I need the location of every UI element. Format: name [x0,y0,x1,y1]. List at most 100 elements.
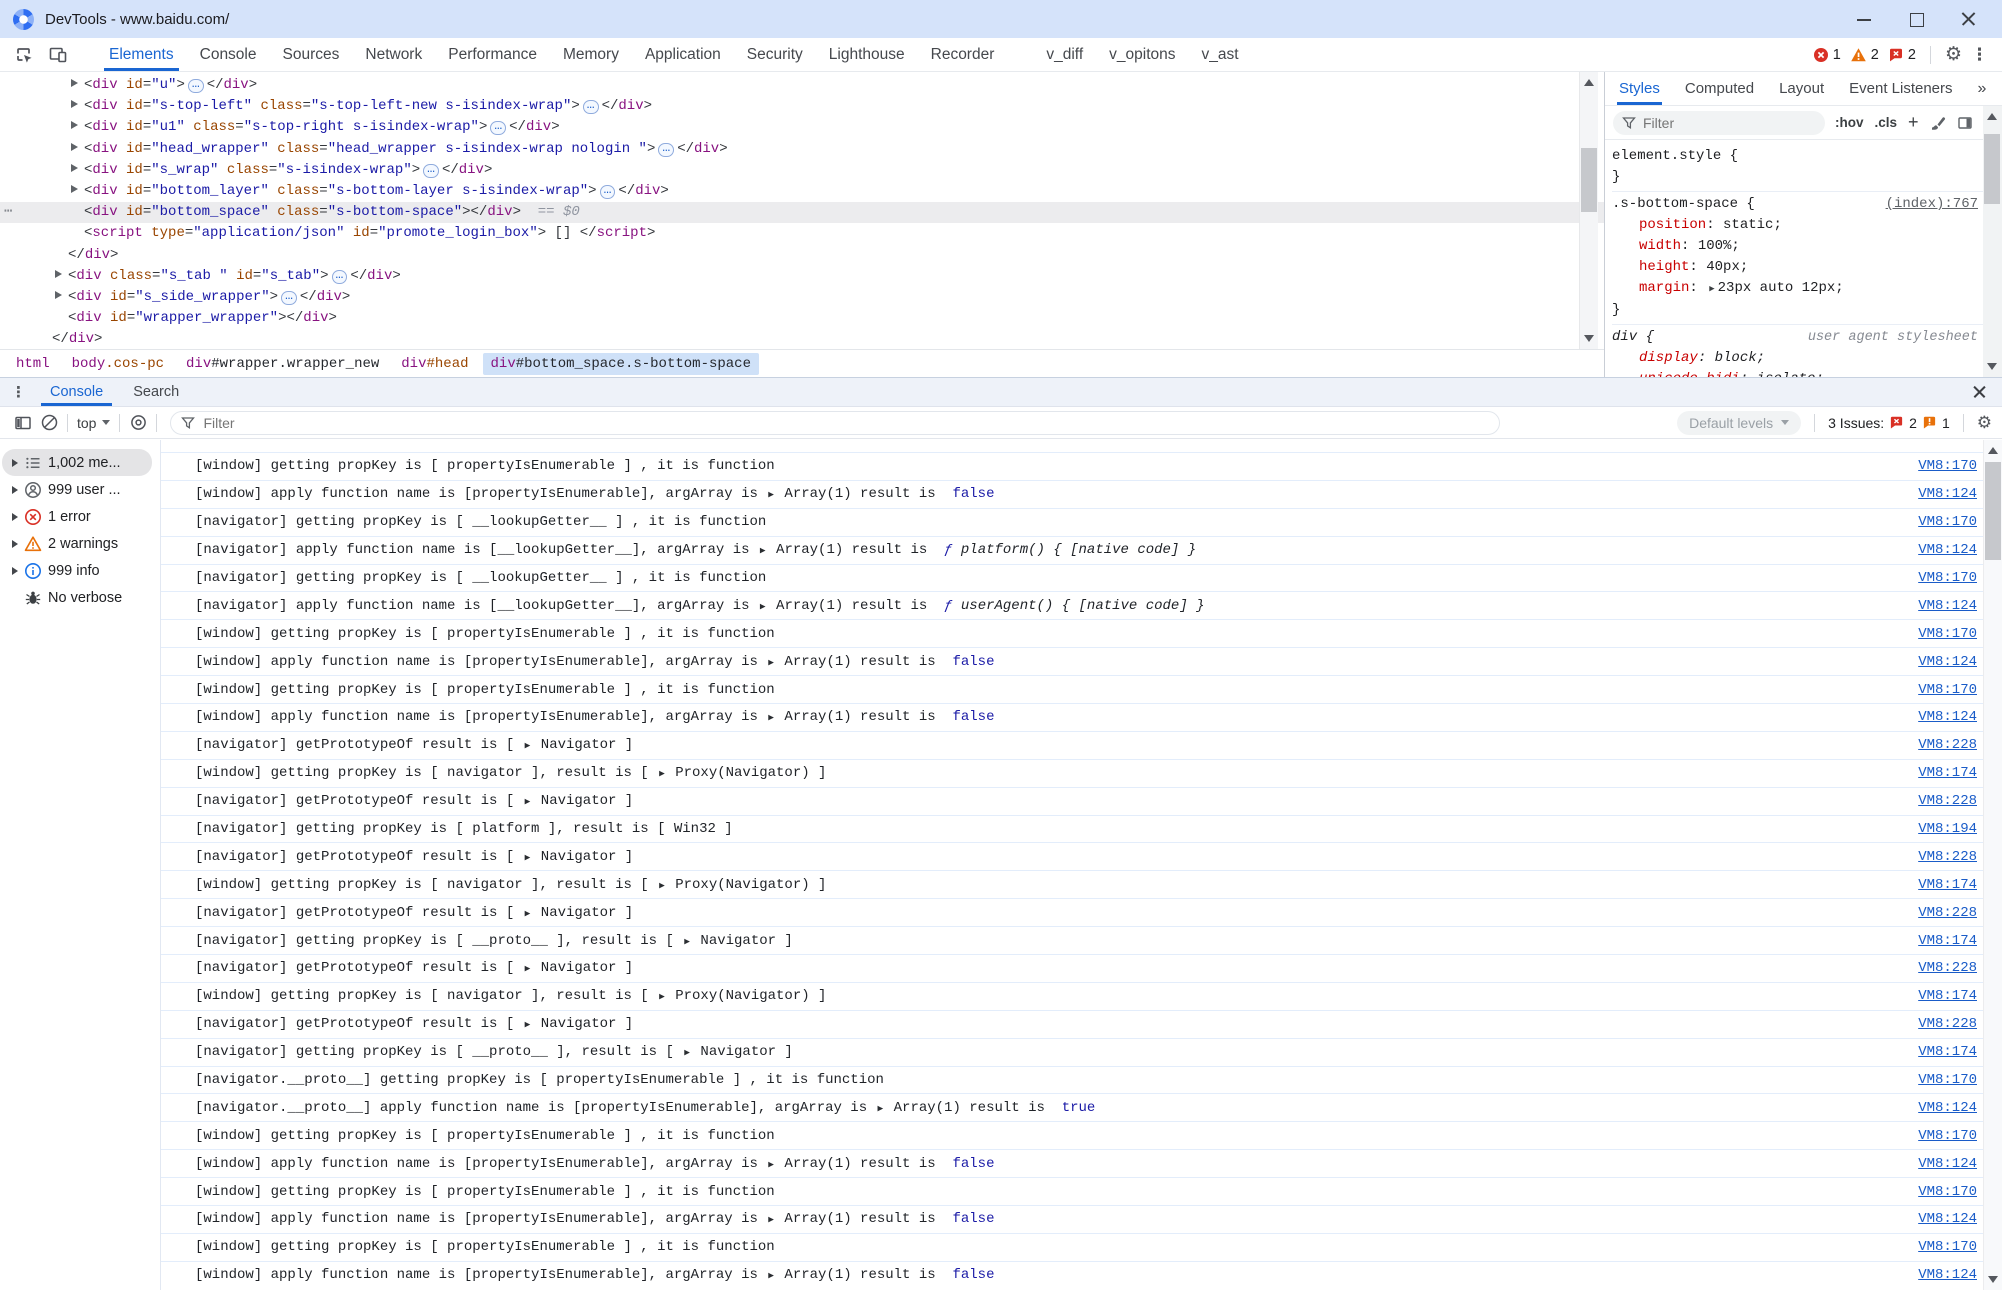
expand-ellipsis-button[interactable]: … [658,143,674,157]
source-link[interactable]: VM8:170 [1918,570,1977,586]
expand-arrow-icon[interactable] [71,121,78,129]
console-sidebar-item-1-error[interactable]: 1 error [2,503,152,530]
expand-ellipsis-button[interactable]: … [332,270,348,284]
source-link[interactable]: VM8:228 [1918,960,1977,976]
main-tab-security[interactable]: Security [734,38,816,71]
row-menu-icon[interactable]: ⋯ [4,202,12,223]
rule-selector[interactable]: div { [1612,327,1654,348]
main-tab-console[interactable]: Console [187,38,270,71]
expand-arrow-icon[interactable]: ▶ [878,1103,884,1114]
expand-caret-icon[interactable] [12,513,18,521]
settings-gear-icon[interactable]: ⚙ [1945,45,1962,64]
expand-arrow-icon[interactable]: ▶ [525,796,531,807]
style-property[interactable]: unicode-bidi: isolate; [1612,369,1978,377]
console-filter-pill[interactable] [170,411,1500,435]
maximize-button[interactable] [1908,11,1924,27]
new-style-rule-button[interactable]: + [1908,112,1919,133]
drawer-tab-search[interactable]: Search [118,378,194,406]
source-link[interactable]: VM8:174 [1918,1044,1977,1060]
styles-tab-event-listeners[interactable]: Event Listeners [1849,72,1952,105]
log-levels-dropdown[interactable]: Default levels [1677,411,1801,435]
style-property[interactable]: display: block; [1612,348,1978,369]
source-link[interactable]: VM8:228 [1918,849,1977,865]
styles-tab-styles[interactable]: Styles [1619,72,1660,105]
rule-selector[interactable]: element.style { [1612,146,1738,167]
expand-caret-icon[interactable] [12,567,18,575]
tree-node[interactable]: </div> [0,329,1604,349]
source-link[interactable]: VM8:228 [1918,737,1977,753]
tree-node[interactable]: <div class="s_tab " id="s_tab">…</div> [0,266,1604,287]
styles-tab-layout[interactable]: Layout [1779,72,1824,105]
console-sidebar-item-999-user[interactable]: 999 user ... [2,476,152,503]
tree-node[interactable]: <div id="s_side_wrapper">…</div> [0,287,1604,308]
close-button[interactable] [1960,11,1976,27]
source-link[interactable]: VM8:124 [1918,1211,1977,1227]
expand-arrow-icon[interactable]: ▶ [768,489,774,500]
execution-context-selector[interactable]: top [77,415,110,431]
expand-arrow-icon[interactable] [71,143,78,151]
styles-filter-pill[interactable] [1613,111,1825,135]
expand-arrow-icon[interactable] [71,185,78,193]
expand-arrow-icon[interactable]: ▶ [760,601,766,612]
rule-selector[interactable]: .s-bottom-space { [1612,194,1755,215]
tree-node[interactable]: <div id="head_wrapper" class="head_wrapp… [0,139,1604,160]
stylesheet-source-link[interactable]: (index):767 [1886,194,1978,215]
expand-caret-icon[interactable] [12,540,18,548]
tree-node[interactable]: <script type="application/json" id="prom… [0,223,1604,244]
source-link[interactable]: VM8:124 [1918,1267,1977,1283]
source-link[interactable]: VM8:170 [1918,458,1977,474]
expand-arrow-icon[interactable]: ▶ [684,1047,690,1058]
style-property[interactable]: height: 40px; [1612,257,1978,278]
expand-arrow-icon[interactable]: ▶ [768,657,774,668]
expand-arrow-icon[interactable]: ▶ [659,880,665,891]
style-property[interactable]: position: static; [1612,215,1978,236]
main-tab-lighthouse[interactable]: Lighthouse [816,38,918,71]
source-link[interactable]: VM8:194 [1918,821,1977,837]
expand-arrow-icon[interactable]: ▶ [760,545,766,556]
main-tab-v-diff[interactable]: v_diff [1033,38,1096,71]
source-link[interactable]: VM8:124 [1918,1100,1977,1116]
more-tabs-chevron-icon[interactable]: » [1978,72,1986,105]
drawer-close-icon[interactable] [1962,378,2002,406]
expand-arrow-icon[interactable]: ▶ [768,712,774,723]
breadcrumb-item[interactable]: body.cos-pc [64,353,172,375]
console-sidebar-item-2-warnings[interactable]: 2 warnings [2,530,152,557]
main-tab-sources[interactable]: Sources [270,38,353,71]
source-link[interactable]: VM8:174 [1918,988,1977,1004]
main-tab-v-opitons[interactable]: v_opitons [1096,38,1188,71]
source-link[interactable]: VM8:174 [1918,765,1977,781]
source-link[interactable]: VM8:170 [1918,682,1977,698]
console-scrollbar[interactable] [1983,440,2002,1290]
source-link[interactable]: VM8:124 [1918,486,1977,502]
console-errors-indicator[interactable]: 1 [1813,47,1841,63]
drawer-menu-kebab-icon[interactable]: ⋮ [0,378,35,406]
scroll-up-arrow-icon[interactable] [1988,447,1998,454]
tree-node[interactable]: <div id="u">…</div> [0,75,1604,96]
console-warnings-indicator[interactable]: 2 [1850,47,1879,63]
inspect-element-icon[interactable] [10,42,38,68]
tree-node[interactable]: </div> [0,245,1604,266]
expand-arrow-icon[interactable] [71,79,78,87]
source-link[interactable]: VM8:170 [1918,1239,1977,1255]
expand-arrow-icon[interactable]: ▶ [768,1159,774,1170]
source-link[interactable]: VM8:170 [1918,514,1977,530]
expand-arrow-icon[interactable] [55,270,62,278]
main-tab-performance[interactable]: Performance [435,38,550,71]
toggle-element-state-button[interactable]: :hov [1835,115,1864,130]
main-tab-elements[interactable]: Elements [96,38,187,71]
live-expression-eye-icon[interactable] [125,411,151,435]
source-link[interactable]: VM8:124 [1918,654,1977,670]
breadcrumb-item[interactable]: html [8,353,58,375]
source-link[interactable]: VM8:228 [1918,1016,1977,1032]
tree-node[interactable]: <div id="s-top-left" class="s-top-left-n… [0,96,1604,117]
expand-arrow-icon[interactable]: ▶ [525,908,531,919]
expand-arrow-icon[interactable] [71,100,78,108]
expand-arrow-icon[interactable] [71,164,78,172]
console-filter-input[interactable] [203,415,1389,431]
source-link[interactable]: VM8:124 [1918,709,1977,725]
expand-arrow-icon[interactable] [55,291,62,299]
expand-ellipsis-button[interactable]: … [281,291,297,305]
scroll-up-arrow-icon[interactable] [1584,79,1594,86]
source-link[interactable]: VM8:124 [1918,542,1977,558]
expand-arrow-icon[interactable]: ▶ [1709,284,1714,294]
